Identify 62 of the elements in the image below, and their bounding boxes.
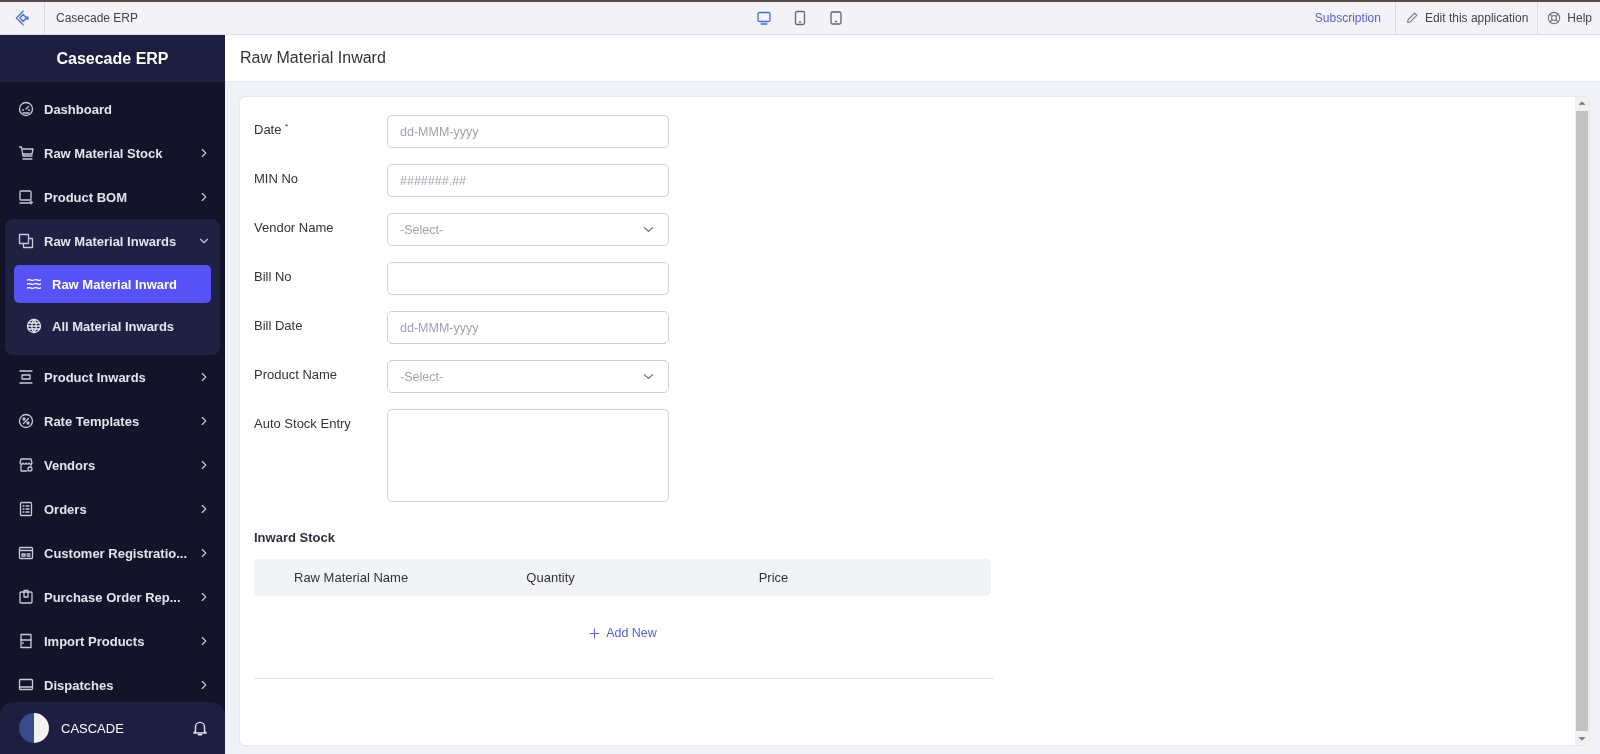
sidebar-item[interactable]: Purchase Order Rep...: [0, 575, 225, 619]
sidebar-item[interactable]: Customer Registratio...: [0, 531, 225, 575]
plus-icon: [588, 626, 602, 640]
scrollbar[interactable]: [1575, 97, 1589, 745]
help-icon: [1547, 11, 1562, 25]
pencil-icon: [1404, 11, 1419, 25]
screen-icon: [18, 677, 34, 693]
tablet-icon: [792, 10, 808, 26]
field-label: Bill No: [254, 268, 293, 286]
copy-icon: [18, 233, 34, 249]
sidebar-item[interactable]: Vendors: [0, 443, 225, 487]
date-field[interactable]: dd-MMM-yyyy: [387, 115, 669, 148]
waves-icon: [26, 276, 42, 292]
sidebar-item[interactable]: Dispatches: [0, 663, 225, 702]
sidebar-item[interactable]: Rate Templates: [0, 399, 225, 443]
diamond-chevron-icon: [13, 9, 31, 27]
field-label: Auto Stock Entry: [254, 415, 352, 433]
avatar[interactable]: [19, 713, 49, 743]
sidebar-item[interactable]: Raw Material Inwards: [5, 219, 220, 263]
sidebar-item[interactable]: Import Products: [0, 619, 225, 663]
bell-icon: [191, 719, 209, 737]
sidebar-item[interactable]: Raw Material Inward: [14, 265, 211, 303]
form-icon: [18, 545, 34, 561]
column-header: Price: [758, 570, 790, 585]
field-label: Product Name: [254, 366, 339, 384]
field-label: Vendor Name: [254, 219, 335, 237]
desktop-icon: [756, 10, 772, 26]
column-header: Quantity: [526, 570, 576, 585]
field-label: Date $^{*}$: [254, 121, 290, 140]
tray-icon: [18, 369, 34, 385]
store-icon: [18, 457, 34, 473]
sidebar-title: Casecade ERP: [0, 35, 225, 82]
sidebar-item[interactable]: Product Inwards: [0, 355, 225, 399]
sidebar-item[interactable]: Dashboard: [0, 87, 225, 131]
sidebar-item[interactable]: All Material Inwards: [14, 307, 211, 345]
mobile-icon: [828, 10, 844, 26]
field-label: MIN No: [254, 170, 300, 188]
field-label: Bill Date: [254, 317, 304, 335]
cart-icon: [18, 145, 34, 161]
edit-application-link[interactable]: Edit this application: [1395, 2, 1539, 34]
globe-icon: [26, 318, 42, 334]
subscription-link[interactable]: Subscription: [1300, 2, 1396, 34]
help-link[interactable]: Help: [1538, 2, 1600, 34]
date-field[interactable]: dd-MMM-yyyy: [387, 311, 669, 344]
sidebar-item[interactable]: Orders: [0, 487, 225, 531]
package-icon: [18, 589, 34, 605]
add-new-link[interactable]: Add New: [588, 626, 657, 640]
page-title: Raw Material Inward: [225, 35, 1600, 82]
monitor-icon: [18, 189, 34, 205]
gauge-icon: [18, 101, 34, 117]
user-name: CASCADE: [61, 720, 125, 736]
input-field[interactable]: #######.##: [387, 164, 669, 197]
column-header: Raw Material Name: [294, 570, 410, 585]
sidebar-item[interactable]: Product BOM: [0, 175, 225, 219]
app-title: Casecade ERP: [56, 11, 139, 25]
input-field[interactable]: [387, 262, 669, 295]
scrollbar-thumb[interactable]: [1576, 111, 1588, 731]
panel-icon: [18, 633, 34, 649]
section-title: Inward Stock: [254, 530, 336, 545]
checklist-icon: [18, 501, 34, 517]
percent-icon: [18, 413, 34, 429]
sidebar-item[interactable]: Raw Material Stock: [0, 131, 225, 175]
